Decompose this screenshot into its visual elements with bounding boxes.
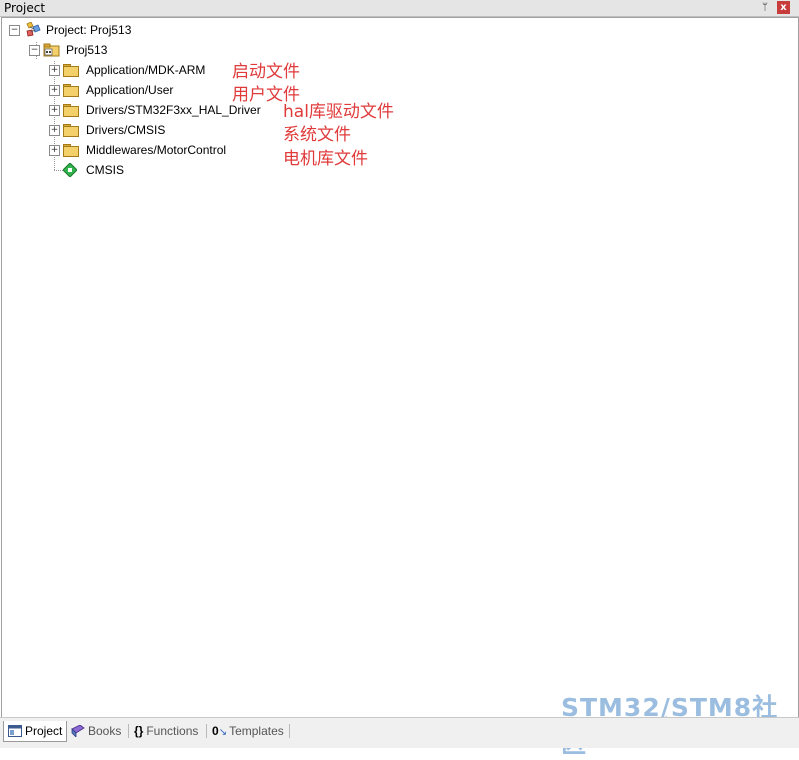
panel-title: Project <box>4 1 46 15</box>
folder-icon <box>63 124 79 137</box>
tab-books[interactable]: Books <box>71 721 121 741</box>
annotation-startup-files: 启动文件 <box>232 62 300 82</box>
expand-icon[interactable]: + <box>49 145 60 156</box>
tab-project-label: Project <box>25 724 63 738</box>
target-folder-icon <box>43 43 61 57</box>
project-window-icon <box>8 723 22 737</box>
project-root-label: Project: Proj513 <box>46 23 132 37</box>
project-icon <box>24 21 42 38</box>
annotation-motor-library-files: 电机库文件 <box>283 149 368 169</box>
tab-functions[interactable]: {} Functions <box>134 721 198 741</box>
templates-arrow-icon: ↘ <box>218 727 228 738</box>
pin-icon[interactable]: ᛘ <box>759 2 771 14</box>
expand-icon[interactable]: + <box>49 125 60 136</box>
component-label: CMSIS <box>86 163 125 177</box>
folder-icon <box>63 84 79 97</box>
tab-functions-label: Functions <box>146 724 199 738</box>
expand-icon[interactable]: + <box>49 105 60 116</box>
templates-icon: 0 <box>212 724 219 738</box>
expand-icon[interactable]: + <box>49 85 60 96</box>
annotation-system-files: 系统文件 <box>283 125 351 145</box>
group-label: Application/User <box>86 83 174 97</box>
tab-templates-label: Templates <box>229 724 284 738</box>
group-label: Application/MDK-ARM <box>86 63 206 77</box>
tab-separator <box>128 724 129 738</box>
tab-separator <box>289 724 290 738</box>
group-label: Drivers/CMSIS <box>86 123 166 137</box>
expand-icon[interactable]: + <box>49 65 60 76</box>
functions-icon: {} <box>134 724 144 738</box>
annotation-hal-driver-files: hal库驱动文件 <box>283 102 394 122</box>
tab-separator <box>206 724 207 738</box>
target-label: Proj513 <box>66 43 108 57</box>
folder-icon <box>63 144 79 157</box>
tab-books-label: Books <box>88 724 122 738</box>
books-icon <box>71 723 85 738</box>
project-tree-panel: − Project: Proj513 − Proj513 + Applicati… <box>1 17 799 718</box>
tree-connector <box>54 170 63 171</box>
panel-tab-bar: Project Books {} Functions 0↘ Templates <box>0 717 799 748</box>
collapse-icon[interactable]: − <box>29 45 40 56</box>
tab-project[interactable]: Project <box>3 721 68 742</box>
group-label: Middlewares/MotorControl <box>86 143 227 157</box>
folder-icon <box>63 64 79 77</box>
panel-title-bar: Project ᛘ x <box>0 0 799 17</box>
collapse-icon[interactable]: − <box>9 25 20 36</box>
close-icon[interactable]: x <box>777 1 790 14</box>
component-diamond-icon <box>62 162 78 178</box>
folder-icon <box>63 104 79 117</box>
tab-templates[interactable]: 0↘ Templates <box>212 721 284 741</box>
